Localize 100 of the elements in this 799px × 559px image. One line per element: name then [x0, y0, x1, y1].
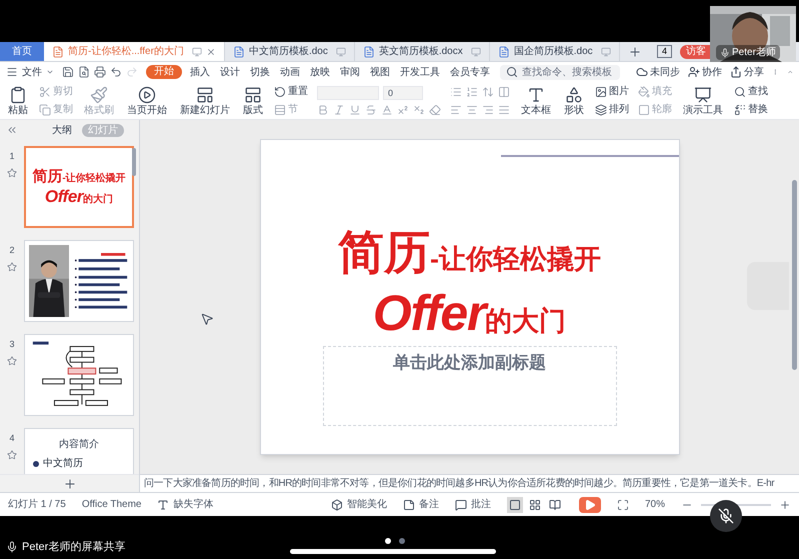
italic-icon[interactable]	[333, 104, 345, 116]
comments-button[interactable]: 批注	[454, 497, 491, 512]
collapse-panel-icon[interactable]	[6, 124, 18, 136]
ribbon-button[interactable]: 文本框	[519, 86, 553, 116]
new-tab-icon[interactable]	[628, 44, 642, 58]
ribbon-button[interactable]: 演示工具	[681, 86, 725, 116]
numbered-list-icon[interactable]	[466, 86, 478, 98]
play-circle-icon[interactable]	[138, 86, 156, 104]
shapes-icon[interactable]	[565, 86, 583, 104]
scrollbar[interactable]	[792, 180, 797, 370]
subtitle-placeholder[interactable]: 单击此处添加副标题	[322, 346, 616, 426]
document-icon	[498, 46, 510, 58]
replace-icon[interactable]	[734, 104, 746, 116]
ribbon-button[interactable]: 粘贴	[6, 86, 30, 116]
panel-tab[interactable]: 大纲	[46, 124, 78, 136]
window-count[interactable]: 4	[656, 45, 672, 58]
search-field[interactable]: 查找命令、搜索模板	[500, 64, 620, 80]
zoom-in-icon[interactable]	[779, 498, 791, 510]
monitor-icon[interactable]	[336, 46, 346, 56]
ribbon-button[interactable]: 当页开始	[125, 86, 169, 116]
play-button[interactable]	[578, 496, 601, 512]
zoom-level[interactable]: 70%	[644, 497, 665, 512]
fit-icon[interactable]	[616, 498, 629, 510]
save-icon[interactable]	[62, 66, 74, 78]
slide-canvas[interactable]: 简历-让你轻松撬开 Offer的大门 单击此处添加副标题	[260, 139, 680, 455]
title-text: -让你轻松撬开	[430, 243, 601, 276]
ribbon-button[interactable]: 新建幻灯片	[178, 86, 232, 116]
comment-icon	[454, 498, 467, 510]
justify-icon[interactable]	[498, 104, 510, 116]
monitor-icon[interactable]	[192, 46, 202, 56]
star-icon	[7, 450, 17, 460]
ribbon-button[interactable]: 重置	[274, 86, 308, 98]
slide-layout-icon[interactable]	[196, 86, 214, 104]
document-tab[interactable]: 简历-让你轻松...ffer的大门	[44, 42, 225, 61]
beautify-button[interactable]: 智能美化	[330, 497, 387, 512]
ribbon-button[interactable]: 查找	[734, 86, 768, 98]
ribbon-tab[interactable]: 放映	[308, 64, 332, 80]
microphone-button[interactable]	[710, 500, 742, 532]
guest-button[interactable]: 访客	[680, 44, 712, 58]
header-action[interactable]: 未同步	[636, 64, 680, 80]
font-name-field[interactable]	[317, 86, 379, 100]
ribbon-tab[interactable]: 会员专享	[448, 64, 492, 80]
align-left-icon[interactable]	[450, 104, 462, 116]
font-icon	[157, 498, 170, 510]
monitor-icon[interactable]	[600, 46, 611, 56]
underline-icon[interactable]	[349, 104, 361, 116]
font-size-field[interactable]: 0	[383, 86, 423, 100]
superscript-icon[interactable]	[397, 104, 409, 116]
font-color-icon[interactable]	[381, 104, 393, 116]
export-icon[interactable]	[78, 66, 90, 78]
missing-font-button[interactable]: 缺失字体	[157, 497, 214, 512]
image-icon[interactable]	[595, 86, 607, 98]
layers-icon[interactable]	[595, 104, 607, 116]
title-text: 简历	[338, 224, 430, 281]
notes-button[interactable]: 备注	[402, 497, 439, 512]
ribbon-tab[interactable]: 动画	[278, 64, 302, 80]
menu-icon[interactable]	[6, 66, 18, 78]
undo-icon[interactable]	[110, 66, 122, 78]
header-action[interactable]: 协作	[688, 64, 722, 80]
ribbon-tab[interactable]: 开发工具	[398, 64, 442, 80]
home-tab[interactable]: 首页	[0, 42, 44, 61]
ribbon-tab[interactable]: 切换	[248, 64, 272, 80]
text-box-icon[interactable]	[527, 86, 545, 104]
strikethrough-icon[interactable]	[365, 104, 377, 116]
tab-label: 简历-让你轻松...ffer的大门	[68, 44, 184, 59]
ribbon-tab[interactable]: 审阅	[338, 64, 362, 80]
ribbon-button[interactable]: 形状	[562, 86, 586, 116]
layout-icon[interactable]	[244, 86, 262, 104]
print-icon[interactable]	[94, 66, 106, 78]
slide-thumbnail[interactable]: 简历-让你轻松撬开 Offer的大门	[24, 146, 134, 228]
view-mode-button[interactable]	[506, 496, 523, 512]
align-right-icon[interactable]	[482, 104, 494, 116]
file-menu[interactable]: 文件	[22, 64, 42, 80]
scrollbar[interactable]	[132, 148, 136, 176]
monitor-icon[interactable]	[470, 46, 481, 56]
ribbon-tab[interactable]: 插入	[188, 64, 212, 80]
header-action[interactable]: 分享	[730, 64, 764, 80]
bold-icon[interactable]	[317, 104, 329, 116]
clipboard-icon[interactable]	[9, 86, 27, 104]
subscript-icon[interactable]	[413, 104, 425, 116]
ribbon-button[interactable]: 图片	[595, 86, 629, 98]
ribbon-button[interactable]: 替换	[734, 104, 768, 116]
add-slide-icon[interactable]	[62, 476, 76, 490]
line-spacing-icon[interactable]	[482, 86, 494, 98]
slide-thumbnail[interactable]: 内容简介 中文简历	[24, 428, 134, 474]
ribbon-button[interactable]: 排列	[595, 104, 629, 116]
reset-icon[interactable]	[274, 86, 286, 98]
eraser-icon[interactable]	[429, 104, 441, 116]
align-center-icon[interactable]	[466, 104, 478, 116]
ribbon-tab[interactable]: 设计	[218, 64, 242, 80]
search-icon[interactable]	[734, 86, 746, 98]
close-icon[interactable]	[206, 46, 216, 56]
slide-thumbnail[interactable]	[24, 240, 134, 322]
ribbon-button[interactable]: 版式	[241, 86, 265, 116]
play-icon	[584, 498, 596, 510]
notes-text[interactable]: 问一下大家准备简历的时间，和HR的时间非常不对等，但是你们花的时间越多HR认为你合适所花费的时间越少。简历重要性，它是第一道关卡。E-hr	[140, 474, 799, 492]
presentation-icon[interactable]	[694, 86, 712, 104]
title-text: Offer	[44, 186, 84, 207]
ribbon-tab[interactable]: 视图	[368, 64, 392, 80]
columns-icon[interactable]	[498, 86, 510, 98]
